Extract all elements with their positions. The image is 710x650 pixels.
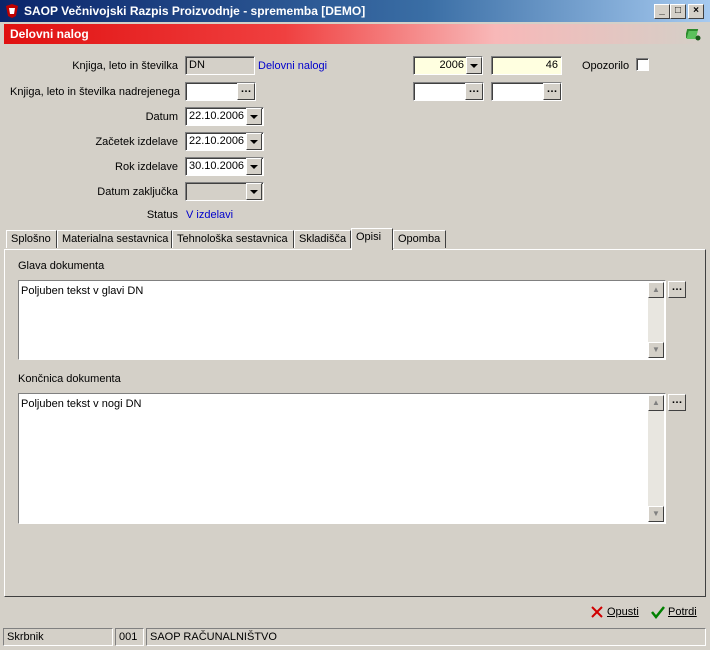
title-bar[interactable]: SAOP Večnivojski Razpis Proizvodnje - sp… — [0, 0, 710, 22]
minimize-button[interactable]: _ — [654, 4, 670, 19]
chevron-down-icon — [250, 165, 258, 169]
maximize-button[interactable]: □ — [670, 4, 686, 19]
parent-label: Knjiga, leto in številka nadrejenega — [10, 86, 181, 98]
confirm-label: Potrdi — [668, 606, 697, 618]
date-dropdown-button[interactable] — [246, 108, 262, 125]
tab-tehnoloska-sestavnica[interactable]: Tehnološka sestavnica — [172, 230, 294, 248]
foot-label: Končnica dokumenta — [18, 373, 121, 385]
tab-materialna-sestavnica[interactable]: Materialna sestavnica — [57, 230, 172, 248]
parent-number-lookup-button[interactable]: … — [543, 83, 561, 100]
check-icon — [651, 606, 665, 619]
head-text: Poljuben tekst v glavi DN — [21, 285, 144, 297]
tab-opisi[interactable]: Opisi — [351, 228, 393, 250]
close-date-label: Datum zaključka — [97, 186, 178, 198]
due-label: Rok izdelave — [115, 161, 178, 173]
due-date-dropdown-button[interactable] — [246, 158, 262, 175]
scroll-up-icon[interactable]: ▲ — [648, 395, 664, 411]
head-scrollbar[interactable]: ▲ ▼ — [648, 282, 664, 358]
scroll-down-icon[interactable]: ▼ — [648, 342, 664, 358]
status-company: SAOP RAČUNALNIŠTVO — [146, 628, 706, 646]
form-header: Delovni nalog — [4, 24, 706, 44]
parent-book-lookup-button[interactable]: … — [237, 83, 255, 100]
cancel-label: Opusti — [607, 606, 639, 618]
close-date-dropdown-button[interactable] — [246, 183, 262, 200]
date-label: Datum — [145, 111, 178, 123]
cancel-button[interactable]: Opusti — [590, 605, 639, 619]
foot-textarea[interactable]: Poljuben tekst v nogi DN ▲ ▼ — [18, 393, 666, 524]
foot-text: Poljuben tekst v nogi DN — [21, 398, 142, 410]
scroll-down-icon[interactable]: ▼ — [648, 506, 664, 522]
foot-edit-button[interactable]: … — [668, 394, 686, 411]
book-icon[interactable] — [686, 26, 702, 42]
confirm-button[interactable]: Potrdi — [651, 605, 697, 619]
foot-scrollbar[interactable]: ▲ ▼ — [648, 395, 664, 522]
chevron-down-icon — [250, 190, 258, 194]
warning-label: Opozorilo — [582, 60, 630, 72]
chevron-down-icon — [250, 115, 258, 119]
head-textarea[interactable]: Poljuben tekst v glavi DN ▲ ▼ — [18, 280, 666, 360]
year-value: 2006 — [439, 59, 464, 71]
book-field: DN — [185, 56, 255, 75]
number-field[interactable]: 46 — [491, 56, 562, 75]
app-icon — [6, 4, 18, 18]
head-label: Glava dokumenta — [18, 260, 105, 272]
close-button[interactable]: × — [688, 4, 704, 19]
book-link[interactable]: Delovni nalogi — [258, 60, 327, 72]
status-value: V izdelavi — [186, 209, 234, 221]
start-date-dropdown-button[interactable] — [246, 133, 262, 150]
tab-skladisca[interactable]: Skladišča — [294, 230, 351, 248]
window-title: SAOP Večnivojski Razpis Proizvodnje - sp… — [24, 4, 366, 18]
head-edit-button[interactable]: … — [668, 281, 686, 298]
start-label: Začetek izdelave — [95, 136, 178, 148]
parent-year-lookup-button[interactable]: … — [465, 83, 483, 100]
chevron-down-icon — [250, 140, 258, 144]
tab-opomba[interactable]: Opomba — [393, 230, 446, 248]
status-user: Skrbnik — [3, 628, 113, 646]
status-label: Status — [146, 209, 178, 221]
status-code: 001 — [115, 628, 144, 646]
form-title: Delovni nalog — [10, 27, 89, 41]
tab-splosno[interactable]: Splošno — [6, 230, 57, 248]
chevron-down-icon — [470, 64, 478, 68]
scroll-up-icon[interactable]: ▲ — [648, 282, 664, 298]
year-dropdown-button[interactable] — [466, 57, 482, 74]
book-label: Knjiga, leto in številka — [72, 60, 178, 72]
warning-checkbox[interactable] — [636, 58, 649, 71]
close-icon — [591, 606, 603, 618]
